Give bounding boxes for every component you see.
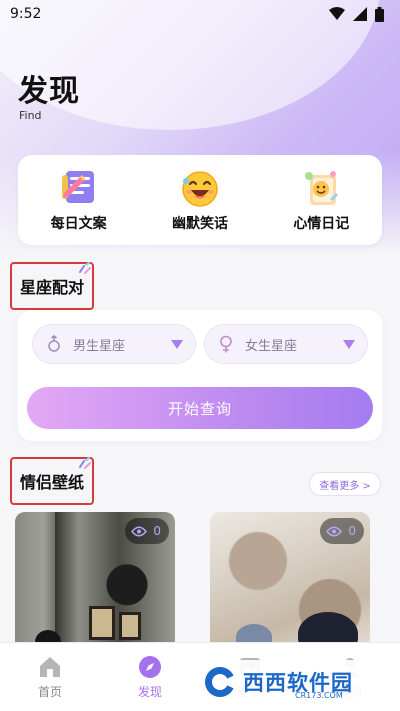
female-symbol-icon (220, 335, 232, 353)
eye-icon (326, 526, 343, 536)
start-query-button[interactable]: 开始查询 (27, 387, 373, 429)
tab-discover[interactable]: 发现 (100, 643, 200, 711)
watermark-url: CR173.COM (295, 691, 343, 700)
status-time: 9:52 (10, 6, 42, 22)
status-icons (329, 6, 384, 22)
male-zodiac-select[interactable]: 男生星座 (32, 324, 196, 364)
sparkle-icon (79, 262, 91, 274)
wallpaper-card[interactable]: 0 (210, 512, 370, 652)
zodiac-title-text: 星座配对 (20, 278, 85, 297)
quick-label: 幽默笑话 (171, 216, 228, 232)
page-subtitle: Find (19, 109, 42, 122)
view-count: 0 (153, 524, 161, 538)
compass-icon (139, 655, 161, 678)
wallpaper-image-detail (119, 612, 141, 640)
quick-daily-copy[interactable]: 每日文案 (24, 167, 134, 233)
mood-diary-icon (305, 171, 339, 205)
wallpaper-image-detail (89, 606, 115, 640)
caret-down-icon (171, 340, 183, 349)
tab-label: 发现 (137, 684, 162, 699)
laughing-emoji-icon (182, 171, 218, 207)
tab-label: 首页 (37, 684, 62, 699)
sparkle-icon (79, 457, 91, 469)
notebook-pen-icon (61, 171, 94, 203)
wifi-icon (329, 7, 345, 20)
battery-icon (375, 6, 384, 22)
view-count: 0 (348, 524, 356, 538)
eye-icon (131, 526, 148, 536)
view-count-badge: 0 (125, 518, 169, 544)
quick-actions-card: 每日文案 幽默笑话 心情日记 (18, 155, 382, 245)
female-zodiac-placeholder: 女生星座 (245, 338, 298, 354)
status-bar: 9:52 (0, 0, 400, 28)
quick-label: 心情日记 (293, 216, 350, 232)
signal-icon (353, 7, 367, 21)
watermark-logo-icon (205, 667, 235, 697)
quick-jokes[interactable]: 幽默笑话 (145, 167, 255, 233)
wallpaper-title-text: 情侣壁纸 (20, 473, 85, 492)
page-title: 发现 (18, 74, 80, 109)
quick-mood-diary[interactable]: 心情日记 (266, 167, 376, 233)
quick-label: 每日文案 (50, 216, 107, 232)
male-symbol-icon (48, 335, 60, 352)
view-count-badge: 0 (320, 518, 364, 544)
watermark: 西西软件园 CR173.COM (195, 660, 380, 704)
male-zodiac-placeholder: 男生星座 (73, 338, 126, 354)
home-icon (40, 656, 60, 677)
hero-background (0, 0, 400, 300)
view-more-button[interactable]: 查看更多 > (309, 472, 381, 496)
female-zodiac-select[interactable]: 女生星座 (204, 324, 368, 364)
wallpaper-card[interactable]: 0 (15, 512, 175, 652)
tab-home[interactable]: 首页 (0, 643, 100, 711)
caret-down-icon (343, 340, 355, 349)
zodiac-card: 男生星座 女生星座 开始查询 (18, 310, 382, 441)
